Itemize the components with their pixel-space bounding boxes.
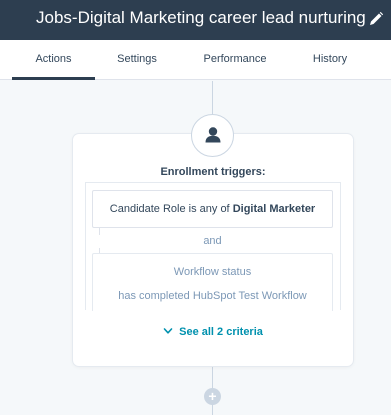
- tab-performance[interactable]: Performance: [190, 40, 280, 80]
- criteria-workflow-status[interactable]: Workflow status has completed HubSpot Te…: [92, 253, 333, 311]
- tab-settings[interactable]: Settings: [104, 40, 170, 80]
- tab-actions[interactable]: Actions: [12, 40, 95, 80]
- criteria-value: Digital Marketer: [232, 203, 316, 215]
- plus-icon: +: [208, 388, 217, 404]
- workflow-header: Jobs-Digital Marketing career lead nurtu…: [0, 0, 391, 40]
- criteria-text: Candidate Role is any of: [109, 203, 230, 215]
- add-action-button[interactable]: +: [204, 388, 221, 405]
- see-all-label: See all 2 criteria: [179, 326, 263, 338]
- see-all-criteria-link[interactable]: See all 2 criteria: [73, 326, 353, 338]
- trigger-icon-circle: [191, 114, 234, 157]
- criteria-condition: has completed HubSpot Test Workflow: [118, 290, 307, 302]
- pencil-icon[interactable]: [368, 11, 384, 27]
- enrollment-triggers-title: Enrollment triggers:: [160, 166, 266, 178]
- criteria-candidate-role[interactable]: Candidate Role is any of Digital Markete…: [92, 190, 333, 228]
- connector-line-top: [212, 81, 213, 114]
- tab-history[interactable]: History: [300, 40, 360, 80]
- tab-bar: Actions Settings Performance History: [0, 40, 391, 80]
- criteria-joiner: and: [203, 235, 222, 247]
- workflow-title[interactable]: Jobs-Digital Marketing career lead nurtu…: [36, 8, 366, 28]
- criteria-property: Workflow status: [173, 266, 252, 278]
- chevron-down-icon: [163, 328, 173, 334]
- criteria-bracket: [99, 228, 105, 235]
- contact-avatar-icon: [205, 127, 221, 143]
